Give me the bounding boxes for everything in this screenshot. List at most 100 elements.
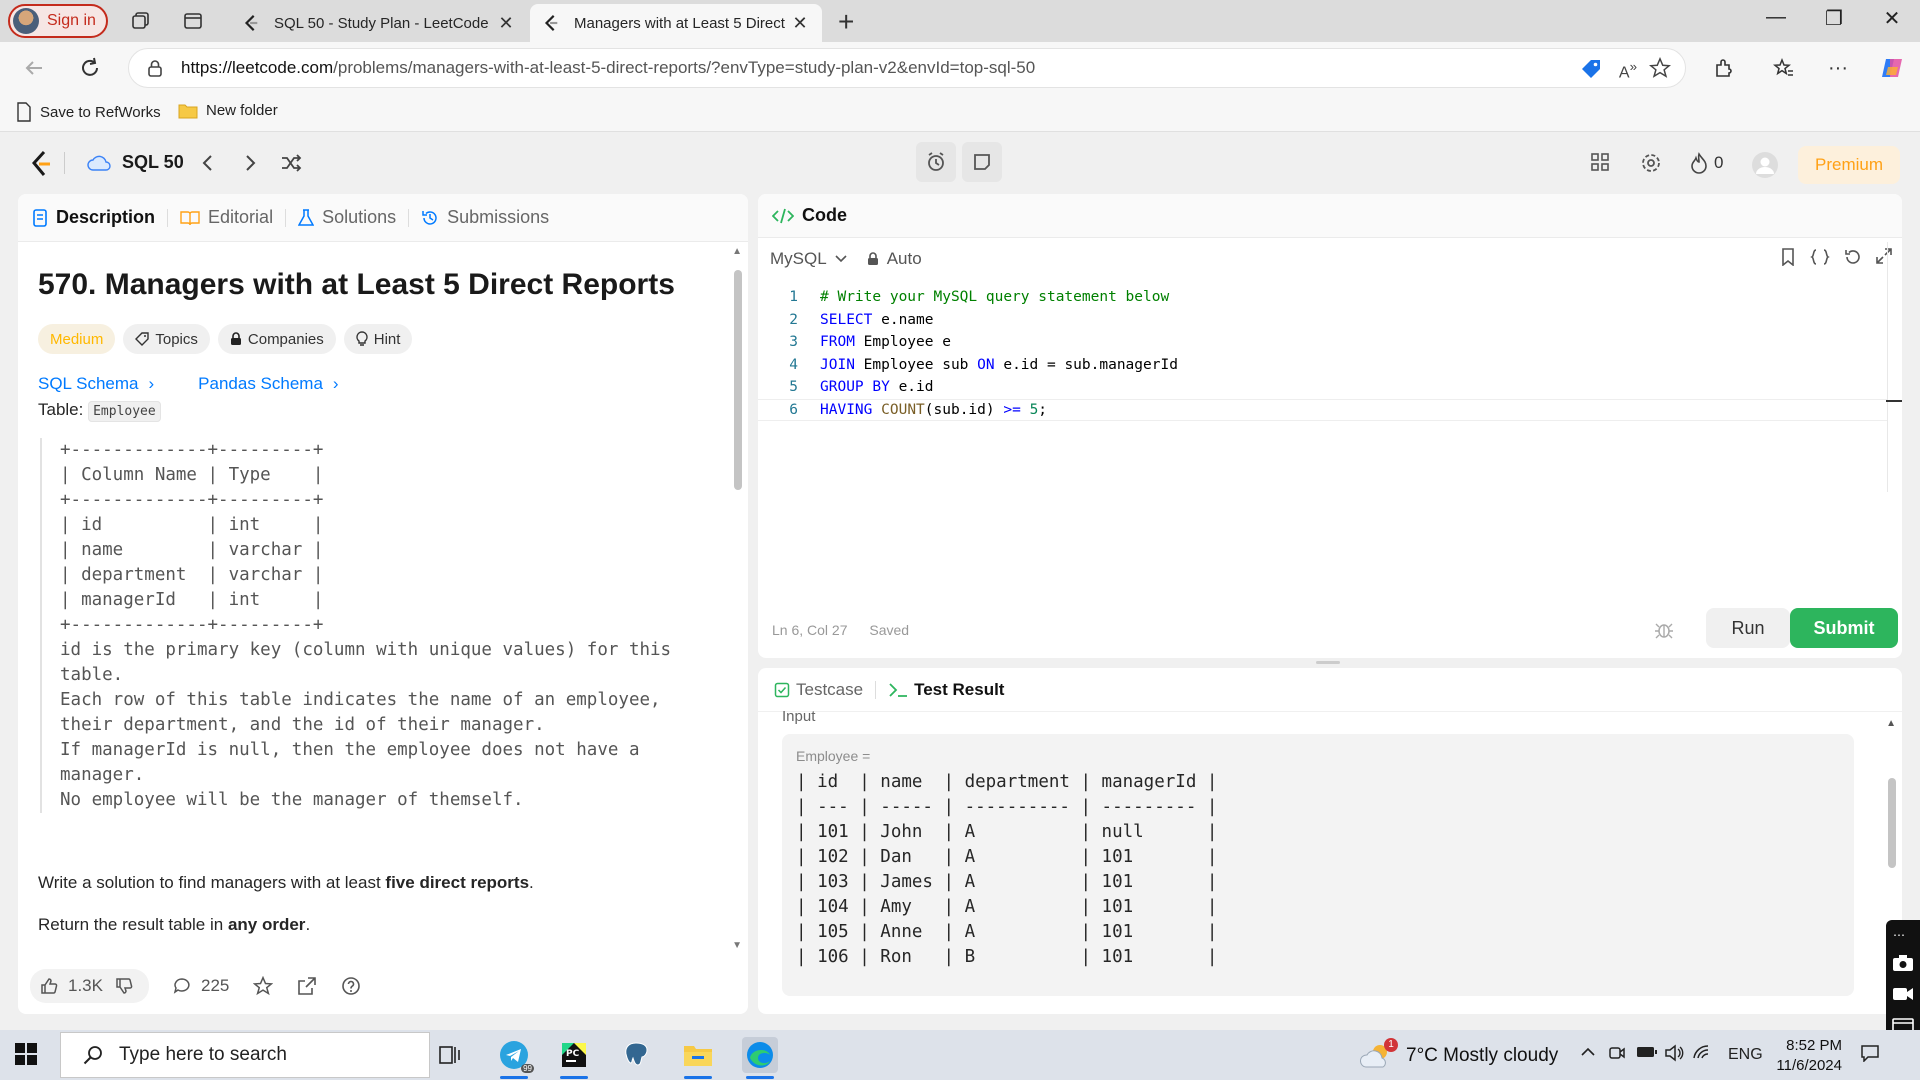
profile-signin-button[interactable]: Sign in [8, 4, 108, 38]
show-hidden-icons-icon[interactable] [1580, 1044, 1596, 1060]
pandas-schema-link[interactable]: Pandas Schema › [198, 374, 338, 394]
input-language[interactable]: ENG [1728, 1046, 1763, 1064]
postgresql-icon[interactable] [618, 1037, 654, 1073]
task-view-icon[interactable] [432, 1037, 468, 1073]
volume-icon[interactable] [1664, 1044, 1684, 1062]
tab-test-result[interactable]: Test Result [888, 680, 1004, 700]
thumbs-down-icon[interactable] [115, 977, 133, 995]
description-tabs: Description Editorial Solutions Submissi… [18, 194, 748, 242]
bookmark-icon[interactable] [1780, 248, 1796, 266]
leetcode-logo-icon[interactable] [30, 150, 52, 178]
language-select[interactable]: MySQL [770, 249, 847, 269]
telegram-icon[interactable]: 99 [496, 1037, 534, 1079]
file-explorer-icon[interactable] [680, 1037, 716, 1079]
hint-chip[interactable]: Hint [343, 324, 413, 354]
code-area[interactable]: 1 # Write your MySQL query statement bel… [758, 286, 1888, 421]
prev-problem-icon[interactable] [198, 152, 218, 174]
tab-current-problem[interactable]: Managers with at Least 5 Direct R ✕ [530, 4, 822, 42]
close-window-icon[interactable]: ✕ [1872, 6, 1912, 31]
windows-start-icon[interactable] [14, 1042, 38, 1066]
notifications-icon[interactable] [1860, 1044, 1880, 1062]
tab-actions-icon[interactable] [180, 8, 206, 34]
more-menu-icon[interactable]: ··· [1824, 54, 1852, 82]
site-info-lock-icon[interactable] [147, 59, 163, 77]
more-icon[interactable]: ⋯ [1893, 928, 1905, 942]
taskbar-search-box[interactable]: Type here to search [60, 1032, 430, 1078]
close-tab-icon[interactable]: ✕ [790, 13, 810, 34]
tab-code[interactable]: Code [772, 205, 847, 226]
editor-toolbar: MySQL Auto [758, 238, 1902, 280]
notes-icon[interactable] [962, 142, 1002, 182]
tab-sql50-studyplan[interactable]: SQL 50 - Study Plan - LeetCode ✕ [230, 4, 528, 42]
companies-chip[interactable]: Companies [217, 324, 336, 354]
minimize-icon[interactable]: — [1756, 6, 1796, 29]
tab-submissions[interactable]: Submissions [421, 207, 549, 228]
pycharm-icon[interactable]: PC [556, 1037, 592, 1079]
tab-testcase[interactable]: Testcase [774, 680, 863, 700]
console-scrollbar[interactable] [1888, 778, 1896, 868]
code-text: (sub.id) [924, 401, 1004, 418]
help-icon[interactable] [341, 976, 361, 996]
system-clock[interactable]: 8:52 PM 11/6/2024 [1770, 1036, 1842, 1076]
debug-bug-icon[interactable] [1654, 620, 1674, 640]
address-bar[interactable]: https://leetcode.com/problems/managers-w… [128, 48, 1686, 88]
timer-icon[interactable] [916, 142, 956, 182]
scroll-up-arrow-icon[interactable]: ▲ [1886, 718, 1896, 729]
edge-browser-icon[interactable] [742, 1037, 778, 1079]
user-avatar-icon[interactable] [1752, 152, 1778, 178]
copilot-icon[interactable] [1878, 54, 1906, 82]
favorite-star-icon[interactable] [1649, 57, 1671, 79]
camera-icon[interactable] [1892, 954, 1914, 972]
auto-mode-toggle[interactable]: Auto [867, 249, 922, 269]
panel-resize-handle[interactable] [1316, 661, 1340, 664]
favorite-star-icon[interactable] [253, 976, 274, 996]
wifi-icon[interactable] [1692, 1044, 1712, 1062]
streak-counter[interactable]: 0 [1690, 152, 1723, 174]
extensions-icon[interactable] [1710, 54, 1738, 82]
shopping-tag-icon[interactable] [1579, 57, 1603, 81]
share-icon[interactable] [297, 976, 317, 996]
scroll-down-arrow-icon[interactable]: ▼ [732, 940, 742, 951]
next-problem-icon[interactable] [240, 152, 260, 174]
back-icon[interactable] [20, 54, 48, 82]
tab-description[interactable]: Description [32, 207, 155, 228]
video-camera-icon[interactable] [1892, 986, 1914, 1002]
scroll-up-arrow-icon[interactable]: ▲ [732, 246, 742, 257]
favorite-new-folder[interactable]: New folder [178, 102, 278, 119]
submit-button[interactable]: Submit [1790, 608, 1898, 648]
run-button[interactable]: Run [1706, 608, 1790, 648]
read-aloud-icon[interactable]: A» [1619, 59, 1637, 82]
battery-icon[interactable] [1636, 1045, 1658, 1059]
reset-code-icon[interactable] [1844, 248, 1862, 266]
restore-icon[interactable]: ❐ [1814, 6, 1854, 31]
premium-button[interactable]: Premium [1798, 146, 1900, 184]
problem-title[interactable]: 570. Managers with at Least 5 Direct Rep… [38, 268, 710, 302]
format-code-icon[interactable] [1810, 248, 1830, 266]
shuffle-icon[interactable] [280, 152, 302, 174]
search-icon [83, 1046, 102, 1065]
workspaces-icon[interactable] [128, 8, 154, 34]
fullscreen-icon[interactable] [1876, 248, 1892, 266]
thumbs-up-icon[interactable] [40, 977, 58, 995]
close-tab-icon[interactable]: ✕ [496, 13, 516, 34]
comment-count: 225 [200, 976, 230, 995]
weather-widget[interactable]: 1 7°C Mostly cloudy [1360, 1038, 1558, 1070]
refresh-icon[interactable] [76, 54, 104, 82]
settings-gear-icon[interactable] [1640, 152, 1662, 174]
divider [875, 680, 877, 699]
favorites-icon[interactable] [1770, 54, 1798, 82]
new-tab-button[interactable]: + [838, 6, 854, 38]
comments-button[interactable]: 225 [173, 976, 229, 996]
input-label: Input [782, 708, 816, 725]
favorite-save-to-refworks[interactable]: Save to RefWorks [16, 102, 161, 122]
tab-editorial[interactable]: Editorial [180, 207, 273, 228]
meet-now-icon[interactable] [1608, 1044, 1626, 1062]
description-scrollbar[interactable] [734, 270, 742, 490]
tab-solutions[interactable]: Solutions [298, 207, 396, 228]
topics-chip[interactable]: Topics [123, 324, 210, 354]
problem-description: 570. Managers with at Least 5 Direct Rep… [18, 242, 730, 958]
editor-scroll-track[interactable] [1887, 242, 1888, 492]
sql-schema-link[interactable]: SQL Schema › [38, 374, 154, 394]
layout-grid-icon[interactable] [1590, 152, 1610, 172]
study-plan-link[interactable]: SQL 50 [86, 152, 184, 173]
